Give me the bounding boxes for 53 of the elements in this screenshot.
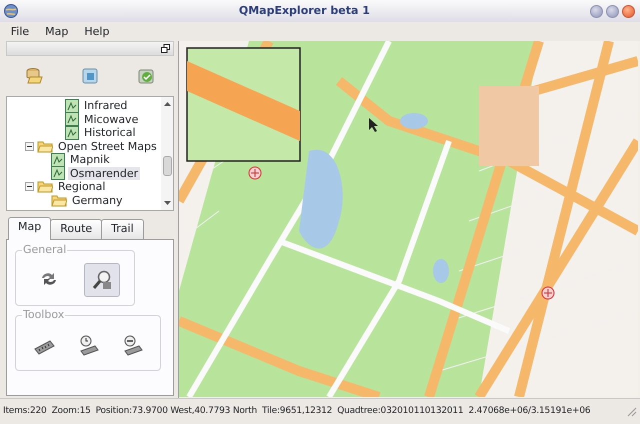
tool-button[interactable]	[84, 262, 120, 296]
map-layer-icon	[51, 152, 65, 167]
close-button[interactable]	[622, 4, 634, 18]
tree-item[interactable]: Osmarender	[68, 166, 140, 180]
tab[interactable]: Map	[8, 217, 52, 240]
window-title: QMapExplorer beta 1	[238, 2, 371, 19]
globe-icon	[2, 3, 19, 19]
status-text: Tile:9651,12312	[262, 404, 332, 418]
tab[interactable]: Trail	[101, 219, 144, 238]
tree-item[interactable]: Micowave	[82, 112, 140, 126]
tree-item[interactable]: Open Street Maps	[56, 140, 159, 153]
folder-icon	[51, 194, 67, 207]
toolbar-button[interactable]	[81, 67, 99, 85]
status-text: Items:220	[3, 404, 47, 418]
float-icon	[161, 44, 170, 53]
scroll-down-icon	[164, 201, 170, 205]
tree-item[interactable]: Mapnik	[68, 153, 112, 166]
database-folder-icon	[25, 67, 43, 85]
collapse-toggle[interactable]	[25, 142, 34, 151]
maximize-button[interactable]	[606, 4, 619, 18]
collapse-toggle[interactable]	[25, 182, 34, 192]
menu-item[interactable]: Help	[76, 22, 118, 41]
ruler-clock-icon	[77, 334, 99, 356]
tab[interactable]: Route	[50, 219, 102, 238]
map-layer-icon	[65, 98, 79, 113]
tree-item[interactable]: Infrared	[82, 99, 130, 112]
tree-item[interactable]: Germany	[70, 194, 125, 207]
status-text: Quadtree:032010110132011	[337, 404, 464, 418]
map-layer-icon	[65, 112, 79, 126]
menu-item[interactable]: File	[2, 22, 38, 41]
map-layer-icon	[51, 166, 65, 180]
status-text: Position:73.9700 West,40.7793 North	[96, 404, 258, 418]
check-map-icon	[137, 67, 155, 85]
status-text: 2.47068e+06/3.15191e+06	[468, 404, 590, 418]
group-title: Toolbox	[22, 308, 66, 320]
magnifier-icon	[90, 268, 112, 290]
status-text: Zoom:15	[52, 404, 91, 418]
toolbar-button[interactable]	[25, 67, 43, 85]
tree-item[interactable]: Regional	[56, 180, 108, 194]
tree-item[interactable]: Historical	[82, 126, 138, 140]
folder-icon	[37, 140, 53, 153]
toolbar-button[interactable]	[137, 67, 155, 85]
folder-icon	[37, 180, 53, 194]
menu-item[interactable]: Map	[37, 22, 76, 41]
group-title: General	[22, 244, 68, 256]
ruler-minus-icon	[121, 334, 143, 356]
scrollbar-thumb[interactable]	[162, 156, 172, 176]
resize-grip-icon	[627, 406, 637, 416]
minimize-button[interactable]	[590, 4, 603, 18]
scroll-up-icon	[164, 102, 170, 106]
float-button[interactable]	[161, 44, 170, 53]
map-icon	[81, 67, 99, 85]
map-layer-icon	[65, 126, 79, 140]
